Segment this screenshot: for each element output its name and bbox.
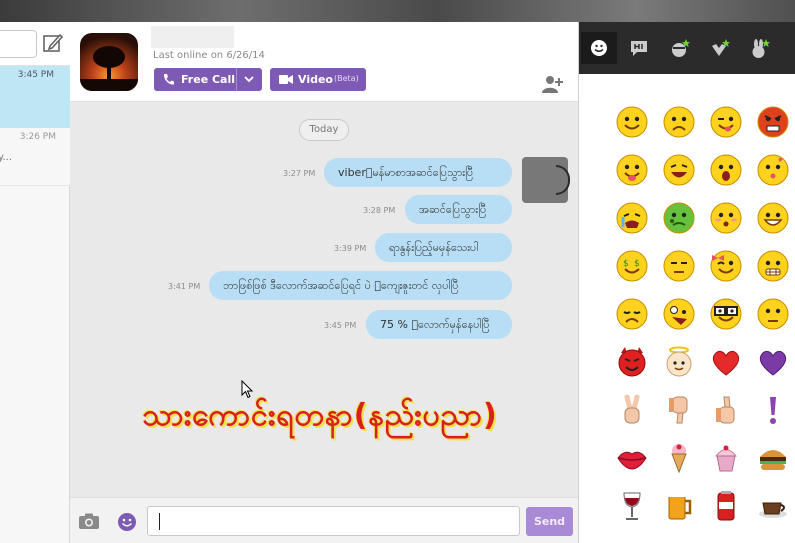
tab-sticker-pack-2[interactable] [701,32,737,64]
thinking-emoji-icon[interactable] [756,297,790,331]
sad-emoji-icon[interactable] [615,297,649,331]
video-call-button[interactable]: Video (Beta) [270,68,366,91]
shocked-emoji-icon[interactable] [709,153,743,187]
add-participant-icon[interactable] [542,74,564,94]
heart-sticker-new-icon [712,39,730,56]
contact-avatar[interactable] [80,33,138,91]
kiss-emoji-icon[interactable] [756,153,790,187]
message-bubble[interactable]: အဆင်ပြေသွားပြီ [405,195,512,224]
conversation-time: 3:45 PM [17,70,54,80]
message-composer: Send [70,497,578,543]
desktop-background-strip [0,0,795,22]
camera-icon[interactable] [78,513,100,530]
compose-icon[interactable] [42,32,64,54]
beta-badge: (Beta) [334,74,359,83]
sender-avatar[interactable] [522,157,570,203]
ice-cream-emoji-icon[interactable] [662,441,696,475]
date-divider: Today [299,119,349,141]
thumbs-down-emoji-icon[interactable] [662,393,696,427]
contact-name-redacted [151,26,234,48]
crying-emoji-icon[interactable] [615,201,649,235]
nerd-glasses-emoji-icon[interactable] [709,297,743,331]
angel-emoji-icon[interactable] [662,345,696,379]
text-caret [159,513,160,530]
wine-emoji-icon[interactable] [615,489,649,523]
hi-sticker-tab-icon [631,41,647,56]
laughing-emoji-icon[interactable] [662,153,696,187]
search-row [0,22,70,66]
watermark-text: သားကောင်းရတနာ(နည်းပညာ) [142,398,498,433]
emoji-panel: $ $ [578,22,795,543]
tab-sticker-pack-1[interactable] [661,32,697,64]
smile-emoji-icon[interactable] [615,105,649,139]
svg-text:$: $ [634,259,640,269]
money-eyes-emoji-icon[interactable]: $ $ [615,249,649,283]
avatar-edge [556,165,570,195]
message-time: 3:41 PM [168,282,201,291]
conversation-list: 3:45 PM 3:26 PM y... [0,22,70,543]
red-heart-emoji-icon[interactable] [709,345,743,379]
message-input[interactable] [147,506,520,536]
thumbs-up-emoji-icon[interactable] [709,393,743,427]
peace-hand-emoji-icon[interactable] [615,393,649,427]
embarrassed-emoji-icon[interactable] [709,201,743,235]
chat-messages-area[interactable]: Today 3:27 PM viber􀀀မန်မာစာအဆင်ပြေသွားပြ… [70,102,578,497]
tab-hi-stickers[interactable] [621,32,657,64]
message-time: 3:27 PM [283,169,316,178]
exclamation-emoji-icon[interactable] [756,393,790,427]
conversation-item-selected[interactable]: 3:45 PM [0,66,70,128]
chevron-down-icon[interactable] [243,73,255,85]
chat-header: Last online on 6/26/14 Free Call Video (… [70,22,578,102]
conversation-time: 3:26 PM [19,132,56,142]
beer-emoji-icon[interactable] [662,489,696,523]
suspicious-emoji-icon[interactable] [662,249,696,283]
bunny-sticker-new-icon [752,39,770,58]
phone-icon [163,74,174,85]
tab-smileys[interactable] [581,32,617,64]
soda-can-emoji-icon[interactable] [709,489,743,523]
emoji-tab-bar [579,22,795,74]
video-camera-icon [279,75,293,84]
grin-emoji-icon[interactable] [756,201,790,235]
message-bubble[interactable]: ရာနွန်းပြည့်မမှန်သေးပါ [375,233,512,262]
sick-emoji-icon[interactable] [662,201,696,235]
angry-emoji-icon[interactable] [756,105,790,139]
cupcake-emoji-icon[interactable] [709,441,743,475]
message-bubble[interactable]: viber􀀀မန်မာစာအဆင်ပြေသွားပြီ [324,158,512,187]
purple-heart-emoji-icon[interactable] [756,345,790,379]
message-time: 3:39 PM [334,244,367,253]
nervous-emoji-icon[interactable] [756,249,790,283]
conversation-item[interactable]: 3:26 PM y... [0,128,70,186]
message-bubble[interactable]: 75 % 􀀀လောက်မှန်နေပါပြီ [366,310,512,339]
lips-emoji-icon[interactable] [615,441,649,475]
svg-text:$: $ [623,259,629,269]
message-bubble[interactable]: ဘာဖြစ်ဖြစ် ဒီလောက်အဆင်ပြေရင် ပဲ 􀀀ကျေးဇူး… [209,271,512,300]
crazy-emoji-icon[interactable] [662,297,696,331]
free-call-label: Free Call [181,73,236,86]
video-label: Video [298,73,333,86]
worried-emoji-icon[interactable] [662,105,696,139]
emoji-button-icon[interactable] [117,512,137,532]
sticker-pack-new-icon [672,39,690,57]
wink-tongue-emoji-icon[interactable] [709,105,743,139]
tongue-out-emoji-icon[interactable] [615,153,649,187]
send-button[interactable]: Send [526,507,573,536]
smiley-tab-icon [591,40,607,56]
wink-bow-emoji-icon[interactable] [709,249,743,283]
coffee-cup-emoji-icon[interactable] [756,489,790,523]
last-online-status: Last online on 6/26/14 [153,50,265,61]
message-time: 3:28 PM [363,206,396,215]
button-divider [236,68,237,91]
free-call-button[interactable]: Free Call [154,68,262,91]
burger-emoji-icon[interactable] [756,441,790,475]
tab-sticker-pack-3[interactable] [741,32,777,64]
search-input[interactable] [0,30,37,58]
conversation-snippet: y... [0,152,13,163]
devil-emoji-icon[interactable] [615,345,649,379]
message-time: 3:45 PM [324,321,357,330]
